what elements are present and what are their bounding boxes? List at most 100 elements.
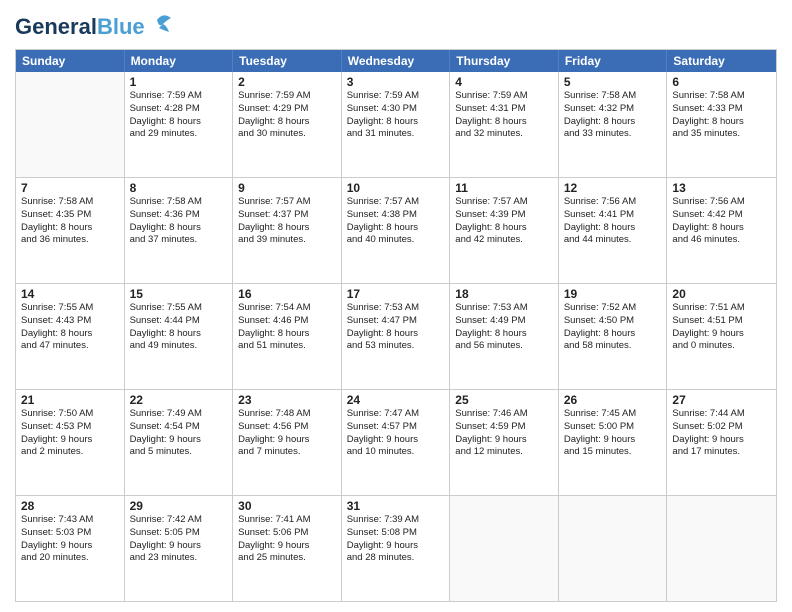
cell-line: Sunrise: 7:55 AM <box>130 302 228 315</box>
day-number: 20 <box>672 287 771 301</box>
cell-line: Daylight: 8 hours <box>130 328 228 341</box>
calendar-cell: 31Sunrise: 7:39 AMSunset: 5:08 PMDayligh… <box>342 496 451 601</box>
cell-line: Sunset: 5:00 PM <box>564 421 662 434</box>
cell-line: and 10 minutes. <box>347 446 445 459</box>
calendar-cell: 21Sunrise: 7:50 AMSunset: 4:53 PMDayligh… <box>16 390 125 495</box>
calendar-cell <box>559 496 668 601</box>
day-number: 30 <box>238 499 336 513</box>
calendar-cell: 27Sunrise: 7:44 AMSunset: 5:02 PMDayligh… <box>667 390 776 495</box>
calendar-cell: 10Sunrise: 7:57 AMSunset: 4:38 PMDayligh… <box>342 178 451 283</box>
calendar-cell: 12Sunrise: 7:56 AMSunset: 4:41 PMDayligh… <box>559 178 668 283</box>
cell-line: Sunset: 4:56 PM <box>238 421 336 434</box>
cell-line: Sunrise: 7:59 AM <box>238 90 336 103</box>
cell-line: Sunrise: 7:58 AM <box>21 196 119 209</box>
cell-line: and 2 minutes. <box>21 446 119 459</box>
day-number: 6 <box>672 75 771 89</box>
calendar-cell: 7Sunrise: 7:58 AMSunset: 4:35 PMDaylight… <box>16 178 125 283</box>
cell-line: Sunrise: 7:53 AM <box>455 302 553 315</box>
day-number: 14 <box>21 287 119 301</box>
cell-line: and 15 minutes. <box>564 446 662 459</box>
cell-line: and 7 minutes. <box>238 446 336 459</box>
cell-line: Sunrise: 7:53 AM <box>347 302 445 315</box>
cell-line: Sunset: 4:57 PM <box>347 421 445 434</box>
cell-line: Daylight: 8 hours <box>21 328 119 341</box>
cell-line: Daylight: 9 hours <box>347 434 445 447</box>
cell-line: Sunset: 4:49 PM <box>455 315 553 328</box>
cell-line: Sunrise: 7:41 AM <box>238 514 336 527</box>
cell-line: Daylight: 9 hours <box>21 540 119 553</box>
calendar-cell: 11Sunrise: 7:57 AMSunset: 4:39 PMDayligh… <box>450 178 559 283</box>
header-cell-sunday: Sunday <box>16 50 125 72</box>
header-cell-monday: Monday <box>125 50 234 72</box>
cell-line: Sunrise: 7:43 AM <box>21 514 119 527</box>
cell-line: Daylight: 8 hours <box>347 116 445 129</box>
cell-line: Daylight: 9 hours <box>130 434 228 447</box>
day-number: 19 <box>564 287 662 301</box>
cell-line: Daylight: 8 hours <box>130 222 228 235</box>
calendar-cell: 29Sunrise: 7:42 AMSunset: 5:05 PMDayligh… <box>125 496 234 601</box>
cell-line: Daylight: 9 hours <box>564 434 662 447</box>
day-number: 24 <box>347 393 445 407</box>
cell-line: and 29 minutes. <box>130 128 228 141</box>
cell-line: Sunrise: 7:50 AM <box>21 408 119 421</box>
calendar-cell <box>450 496 559 601</box>
day-number: 31 <box>347 499 445 513</box>
cell-line: Daylight: 8 hours <box>564 116 662 129</box>
cell-line: Sunrise: 7:56 AM <box>564 196 662 209</box>
calendar-cell: 1Sunrise: 7:59 AMSunset: 4:28 PMDaylight… <box>125 72 234 177</box>
cell-line: Daylight: 9 hours <box>672 328 771 341</box>
calendar-cell <box>667 496 776 601</box>
day-number: 28 <box>21 499 119 513</box>
day-number: 21 <box>21 393 119 407</box>
cell-line: Sunrise: 7:48 AM <box>238 408 336 421</box>
calendar-row-0: 1Sunrise: 7:59 AMSunset: 4:28 PMDaylight… <box>16 72 776 178</box>
cell-line: Sunset: 4:38 PM <box>347 209 445 222</box>
cell-line: Sunrise: 7:42 AM <box>130 514 228 527</box>
cell-line: and 56 minutes. <box>455 340 553 353</box>
cell-line: Daylight: 8 hours <box>238 222 336 235</box>
cell-line: Sunrise: 7:59 AM <box>347 90 445 103</box>
cell-line: and 46 minutes. <box>672 234 771 247</box>
cell-line: Sunset: 4:43 PM <box>21 315 119 328</box>
cell-line: Sunset: 4:29 PM <box>238 103 336 116</box>
cell-line: Sunset: 4:42 PM <box>672 209 771 222</box>
day-number: 7 <box>21 181 119 195</box>
header-cell-tuesday: Tuesday <box>233 50 342 72</box>
cell-line: Sunset: 4:53 PM <box>21 421 119 434</box>
cell-line: and 33 minutes. <box>564 128 662 141</box>
cell-line: and 39 minutes. <box>238 234 336 247</box>
calendar-cell: 23Sunrise: 7:48 AMSunset: 4:56 PMDayligh… <box>233 390 342 495</box>
calendar-cell: 2Sunrise: 7:59 AMSunset: 4:29 PMDaylight… <box>233 72 342 177</box>
calendar-cell: 13Sunrise: 7:56 AMSunset: 4:42 PMDayligh… <box>667 178 776 283</box>
cell-line: Daylight: 9 hours <box>238 540 336 553</box>
cell-line: Sunrise: 7:59 AM <box>455 90 553 103</box>
day-number: 10 <box>347 181 445 195</box>
calendar-cell: 22Sunrise: 7:49 AMSunset: 4:54 PMDayligh… <box>125 390 234 495</box>
calendar-cell <box>16 72 125 177</box>
calendar-row-1: 7Sunrise: 7:58 AMSunset: 4:35 PMDaylight… <box>16 178 776 284</box>
day-number: 22 <box>130 393 228 407</box>
cell-line: Daylight: 9 hours <box>347 540 445 553</box>
day-number: 27 <box>672 393 771 407</box>
cell-line: Sunset: 4:50 PM <box>564 315 662 328</box>
cell-line: Sunset: 4:51 PM <box>672 315 771 328</box>
calendar: SundayMondayTuesdayWednesdayThursdayFrid… <box>15 49 777 602</box>
day-number: 13 <box>672 181 771 195</box>
cell-line: Sunrise: 7:46 AM <box>455 408 553 421</box>
cell-line: Sunset: 4:31 PM <box>455 103 553 116</box>
logo: GeneralBlue <box>15 10 177 43</box>
cell-line: Sunset: 4:39 PM <box>455 209 553 222</box>
cell-line: and 47 minutes. <box>21 340 119 353</box>
cell-line: and 31 minutes. <box>347 128 445 141</box>
calendar-cell: 17Sunrise: 7:53 AMSunset: 4:47 PMDayligh… <box>342 284 451 389</box>
calendar-row-4: 28Sunrise: 7:43 AMSunset: 5:03 PMDayligh… <box>16 496 776 601</box>
cell-line: Sunrise: 7:39 AM <box>347 514 445 527</box>
cell-line: Sunrise: 7:56 AM <box>672 196 771 209</box>
calendar-cell: 16Sunrise: 7:54 AMSunset: 4:46 PMDayligh… <box>233 284 342 389</box>
cell-line: Daylight: 8 hours <box>564 222 662 235</box>
calendar-cell: 19Sunrise: 7:52 AMSunset: 4:50 PMDayligh… <box>559 284 668 389</box>
cell-line: Sunset: 5:03 PM <box>21 527 119 540</box>
cell-line: and 30 minutes. <box>238 128 336 141</box>
cell-line: Sunrise: 7:51 AM <box>672 302 771 315</box>
day-number: 4 <box>455 75 553 89</box>
